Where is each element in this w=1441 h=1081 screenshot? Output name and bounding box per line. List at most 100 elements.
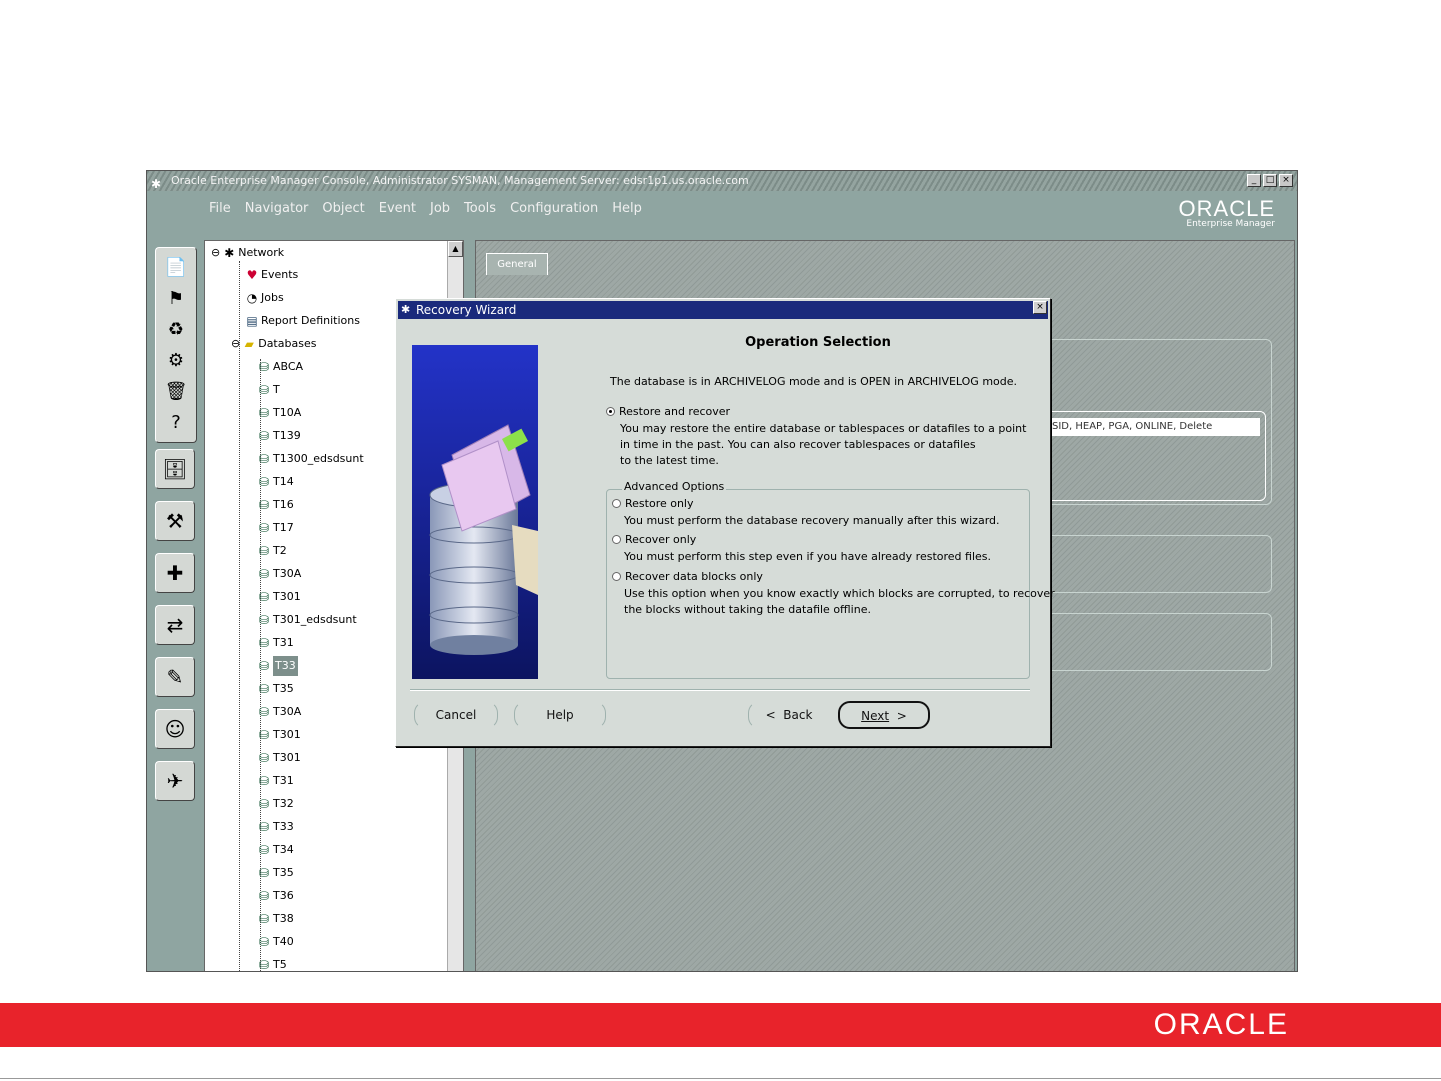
tree-item-database[interactable]: ⛁ T301 (257, 587, 301, 607)
tree-item-database[interactable]: ⛁ T36 (257, 886, 294, 906)
tree-item-database[interactable]: ⛁ T33 (257, 817, 294, 837)
tuning-icon[interactable]: ⚒ (155, 501, 195, 541)
trash-icon[interactable]: 🗑 (156, 376, 196, 407)
oracle-brand-logo: ORACLE Enterprise Manager (1179, 198, 1275, 230)
dialog-intro-text: The database is in ARCHIVELOG mode and i… (610, 375, 1018, 388)
tree-item-events[interactable]: ♥ Events (245, 265, 299, 285)
discover-icon[interactable]: ⚙ (156, 345, 196, 376)
menu-help[interactable]: Help (610, 199, 644, 218)
help-icon[interactable]: ? (156, 407, 196, 438)
tree-item-database[interactable]: ⛁ ABCA (257, 357, 303, 377)
tree-item-databases[interactable]: ⊖ ▰ Databases (231, 334, 316, 354)
tree-item-label: Network (238, 246, 285, 259)
tree-item-label: ABCA (273, 360, 304, 373)
database-icon: ⛁ (258, 636, 270, 650)
tab-general[interactable]: General (486, 253, 548, 275)
tree-item-label: T17 (273, 521, 294, 534)
tree-root-network[interactable]: ⊖ ✱ Network (211, 243, 284, 263)
radio-restore-and-recover[interactable]: Restore and recover (606, 405, 730, 418)
cancel-button[interactable]: Cancel (414, 701, 498, 729)
radio-selected-icon[interactable] (606, 407, 615, 416)
dialog-close-button[interactable]: × (1033, 301, 1047, 314)
jobs-icon: ◔ (246, 291, 258, 305)
option-description: You must perform this step even if you h… (624, 549, 991, 565)
tree-item-database[interactable]: ⛁ T31 (257, 771, 294, 791)
close-window-button[interactable]: × (1279, 174, 1293, 187)
refresh-icon[interactable]: ♻ (156, 314, 196, 345)
tree-item-database[interactable]: ⛁ T32 (257, 794, 294, 814)
toolbar-group-main: 📄 ⚑ ♻ ⚙ 🗑 ? (155, 247, 197, 443)
tree-item-database[interactable]: ⛁ T2 (257, 541, 287, 561)
tree-item-database[interactable]: ⛁ T139 (257, 426, 301, 446)
tree-item-database[interactable]: ⛁ T35 (257, 863, 294, 883)
menu-job[interactable]: Job (428, 199, 452, 218)
tree-item-database-selected[interactable]: ⛁ T33 (257, 656, 298, 676)
tree-item-database[interactable]: ⛁ T30A (257, 564, 301, 584)
database-icon: ⛁ (258, 705, 270, 719)
collapse-toggle-icon[interactable]: ⊖ (211, 243, 220, 263)
tree-item-label: T32 (273, 797, 294, 810)
tree-item-database[interactable]: ⛁ T301_edsdsunt (257, 610, 357, 630)
tree-item-label: T40 (273, 935, 294, 948)
change-management-icon[interactable]: ⇄ (155, 605, 195, 645)
launch-icon[interactable]: ⚑ (156, 283, 196, 314)
tree-item-database[interactable]: ⛁ T301 (257, 748, 301, 768)
menu-event[interactable]: Event (377, 199, 418, 218)
tree-item-label: T301 (273, 590, 301, 603)
radio-unselected-icon[interactable] (612, 535, 621, 544)
footer-oracle-logo: ORACLE (1153, 1008, 1289, 1041)
radio-recover-only[interactable]: Recover only (612, 533, 696, 546)
minimize-button[interactable]: _ (1247, 174, 1261, 187)
wizard-icon[interactable]: ✈ (155, 761, 195, 801)
chevron-left-icon: < (765, 708, 776, 722)
tree-item-database[interactable]: ⛁ T (257, 380, 280, 400)
menu-file[interactable]: File (207, 199, 233, 218)
tree-item-database[interactable]: ⛁ T16 (257, 495, 294, 515)
database-tool-icon[interactable]: 🗄 (155, 449, 195, 489)
detail-field-value[interactable]: SID, HEAP, PGA, ONLINE, Delete (1048, 418, 1260, 436)
window-titlebar[interactable]: ✱ Oracle Enterprise Manager Console, Adm… (147, 171, 1297, 191)
help-button[interactable]: Help (514, 701, 606, 729)
tree-item-label: T1300_edsdsunt (273, 452, 364, 465)
radio-unselected-icon[interactable] (612, 572, 621, 581)
tree-item-database[interactable]: ⛁ T31 (257, 633, 294, 653)
radio-restore-only[interactable]: Restore only (612, 497, 694, 510)
user-icon[interactable]: ☺ (155, 709, 195, 749)
maximize-button[interactable]: □ (1263, 174, 1277, 187)
database-icon: ⛁ (258, 429, 270, 443)
menu-configuration[interactable]: Configuration (508, 199, 600, 218)
tree-item-database[interactable]: ⛁ T40 (257, 932, 294, 952)
new-icon[interactable]: 📄 (156, 252, 196, 283)
radio-unselected-icon[interactable] (612, 499, 621, 508)
back-button[interactable]: < Back (748, 701, 830, 729)
tree-item-database[interactable]: ⛁ T38 (257, 909, 294, 929)
next-button[interactable]: Next > (838, 701, 930, 729)
database-barrel-illustration (429, 424, 538, 655)
scroll-up-icon[interactable]: ▲ (448, 241, 463, 257)
tree-item-database[interactable]: ⛁ T14 (257, 472, 294, 492)
collapse-toggle-icon[interactable]: ⊖ (231, 334, 240, 354)
tree-item-jobs[interactable]: ◔ Jobs (245, 288, 284, 308)
tree-item-label: T139 (273, 429, 301, 442)
diagnostics-icon[interactable]: ✚ (155, 553, 195, 593)
tree-item-label: T30A (273, 705, 302, 718)
menu-object[interactable]: Object (320, 199, 366, 218)
tree-item-database[interactable]: ⛁ T34 (257, 840, 294, 860)
tree-item-database[interactable]: ⛁ T17 (257, 518, 294, 538)
tree-item-database[interactable]: ⛁ T30A (257, 702, 301, 722)
recovery-wizard-dialog: ✱ Recovery Wizard × Operation Selection … (395, 298, 1055, 747)
menu-navigator[interactable]: Navigator (243, 199, 311, 218)
tree-item-report-definitions[interactable]: ▤ Report Definitions (245, 311, 360, 331)
dialog-title: Recovery Wizard (416, 303, 517, 317)
radio-recover-data-blocks-only[interactable]: Recover data blocks only (612, 570, 763, 583)
configuration-icon[interactable]: ✎ (155, 657, 195, 697)
tree-item-database[interactable]: ⛁ T301 (257, 725, 301, 745)
tree-item-database[interactable]: ⛁ T1300_edsdsunt (257, 449, 364, 469)
tree-item-label: Report Definitions (261, 314, 360, 327)
menu-tools[interactable]: Tools (462, 199, 498, 218)
tree-item-database[interactable]: ⛁ T10A (257, 403, 301, 423)
tree-item-database[interactable]: ⛁ T5 (257, 955, 287, 971)
tree-item-database[interactable]: ⛁ T35 (257, 679, 294, 699)
tree-item-label: T35 (273, 682, 294, 695)
dialog-titlebar[interactable]: ✱ Recovery Wizard (398, 301, 1048, 319)
